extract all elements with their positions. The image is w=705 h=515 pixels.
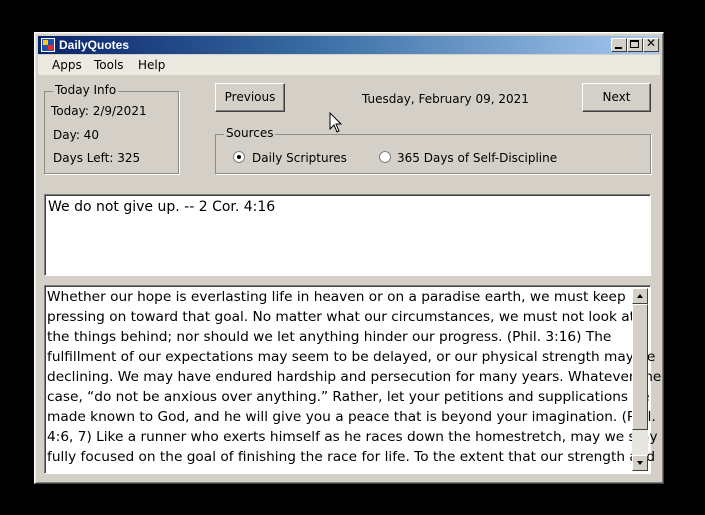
close-icon: ✕	[645, 36, 657, 50]
self-discipline-radio[interactable]	[379, 151, 391, 163]
sources-title: Sources	[224, 126, 276, 140]
scroll-down-button[interactable]	[632, 455, 648, 471]
body-line: pressing on toward that goal. No matter …	[47, 309, 635, 325]
mouse-cursor-icon	[329, 112, 343, 133]
previous-button[interactable]: Previous	[215, 83, 285, 112]
day-count-label: Day: 40	[53, 128, 99, 142]
today-info-group: Today Info Today: 2/9/2021 Day: 40 Days …	[44, 83, 179, 174]
scroll-up-button[interactable]	[632, 288, 648, 304]
body-line: fully focused on the goal of finishing t…	[47, 449, 656, 465]
daily-scriptures-label[interactable]: Daily Scriptures	[252, 151, 347, 165]
sources-group: Sources Daily Scriptures 365 Days of Sel…	[215, 126, 651, 174]
quote-text: We do not give up. -- 2 Cor. 4:16	[48, 199, 276, 215]
menu-bar: Apps Tools Help	[38, 55, 660, 75]
maximize-button[interactable]	[627, 38, 643, 52]
body-line: declining. We may have endured hardship …	[47, 369, 662, 385]
window-title: DailyQuotes	[59, 38, 130, 52]
self-discipline-label[interactable]: 365 Days of Self-Discipline	[397, 151, 557, 165]
body-line: 4:6, 7) Like a runner who exerts himself…	[47, 429, 658, 445]
body-line: case, “do not be anxious over anything.”…	[47, 389, 650, 405]
arrow-down-icon	[637, 461, 643, 465]
app-icon	[41, 38, 55, 52]
title-bar[interactable]: DailyQuotes ✕	[38, 36, 660, 54]
menu-tools[interactable]: Tools	[94, 58, 124, 72]
arrow-up-icon	[637, 294, 643, 298]
days-left-label: Days Left: 325	[53, 151, 141, 165]
minimize-icon	[615, 47, 622, 49]
current-date-label: Tuesday, February 09, 2021	[362, 92, 529, 106]
body-line: made known to God, and he will give you …	[47, 409, 656, 425]
scroll-thumb[interactable]	[632, 304, 648, 430]
today-info-title: Today Info	[53, 83, 119, 97]
body-line: fulfillment of our expectations may seem…	[47, 349, 656, 365]
close-button[interactable]: ✕	[643, 36, 659, 52]
daily-scriptures-radio[interactable]	[233, 151, 245, 163]
body-text-box[interactable]: Whether our hope is everlasting life in …	[44, 285, 662, 474]
main-window: DailyQuotes ✕ Apps Tools Help Today Info…	[34, 32, 664, 484]
minimize-button[interactable]	[611, 38, 627, 52]
maximize-icon	[630, 40, 639, 48]
menu-help[interactable]: Help	[138, 58, 165, 72]
body-line: the things behind; nor should we let any…	[47, 329, 612, 345]
today-date-label: Today: 2/9/2021	[51, 104, 147, 118]
quote-box[interactable]: We do not give up. -- 2 Cor. 4:16	[44, 194, 651, 276]
menu-apps[interactable]: Apps	[52, 58, 82, 72]
vertical-scrollbar[interactable]	[632, 288, 648, 471]
body-text: Whether our hope is everlasting life in …	[47, 287, 662, 467]
next-button[interactable]: Next	[582, 83, 651, 112]
body-line: Whether our hope is everlasting life in …	[47, 289, 626, 305]
